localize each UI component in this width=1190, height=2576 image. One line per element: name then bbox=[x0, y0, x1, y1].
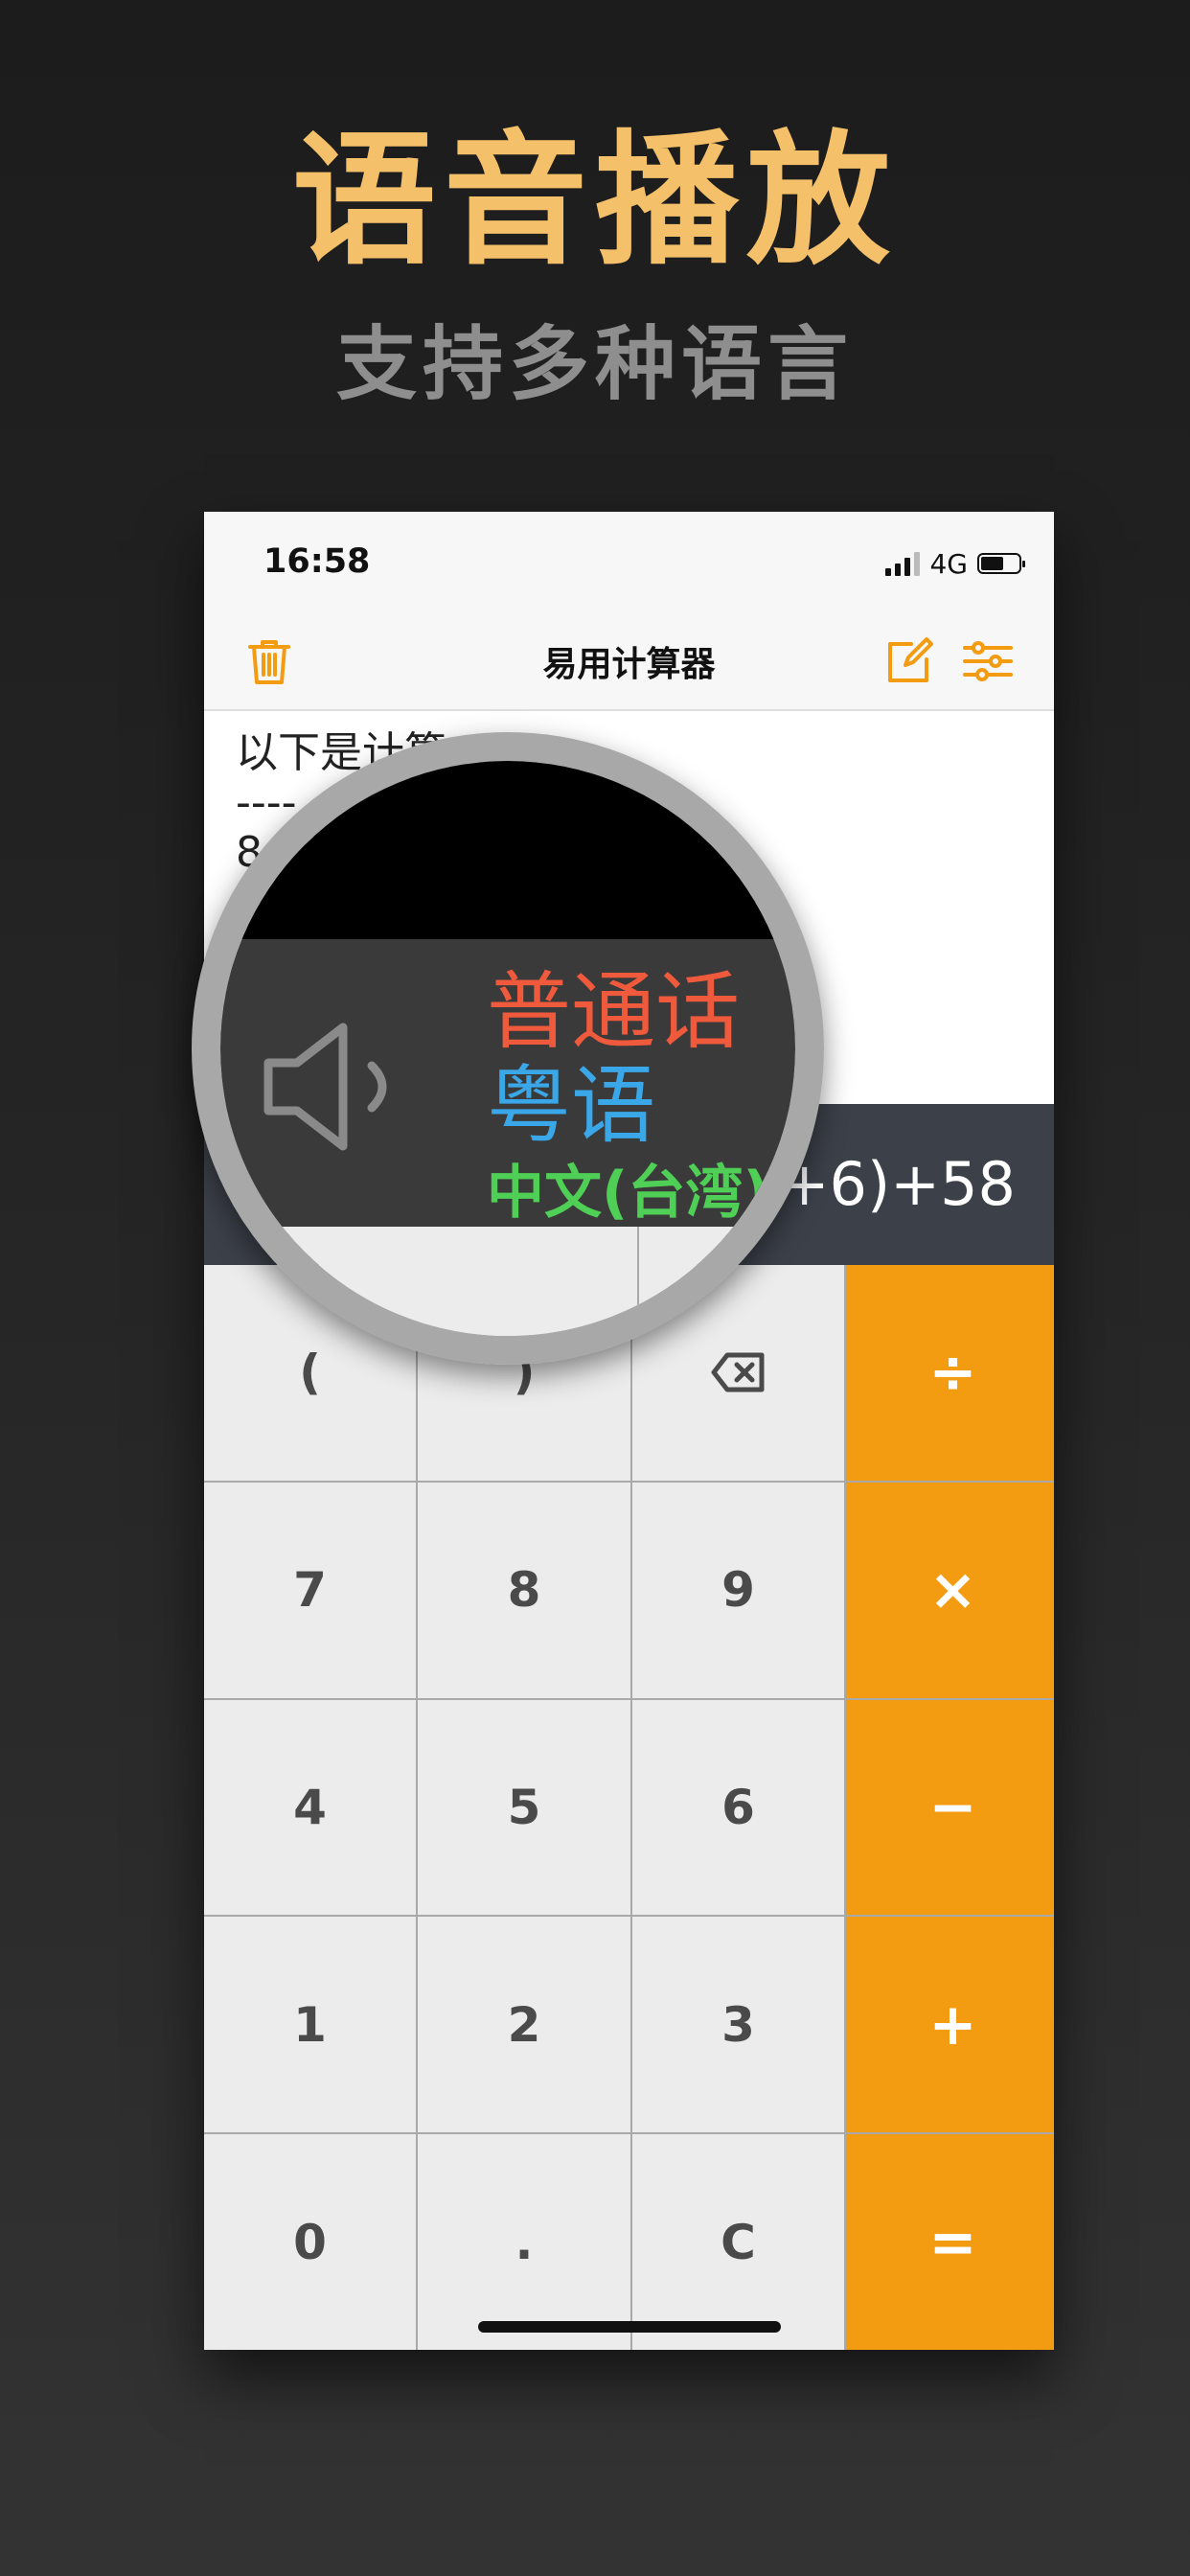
status-bar: 16:58 4G bbox=[204, 512, 1054, 608]
expression-text: +6)+58 bbox=[779, 1149, 1016, 1219]
key-1[interactable]: 1 bbox=[204, 1917, 416, 2133]
edit-button[interactable] bbox=[882, 634, 936, 688]
settings-button[interactable] bbox=[961, 634, 1015, 688]
key-0[interactable]: 0 bbox=[204, 2134, 416, 2350]
key-plus[interactable]: + bbox=[846, 1917, 1054, 2133]
key-decimal[interactable]: . bbox=[418, 2134, 630, 2350]
status-indicators: 4G bbox=[885, 544, 1025, 583]
key-8[interactable]: 8 bbox=[418, 1482, 630, 1698]
key-4[interactable]: 4 bbox=[204, 1699, 416, 1916]
language-option-mandarin[interactable]: 普通话 bbox=[487, 964, 740, 1060]
edit-icon bbox=[888, 637, 933, 682]
magnifier-lens: 普通话 粤语 中文(台湾) bbox=[192, 732, 824, 1365]
battery-icon bbox=[977, 553, 1025, 574]
keypad: ( ) ÷ 7 8 9 × 4 5 6 − 1 2 3 + 0 . C = bbox=[204, 1265, 1054, 2350]
battery-level bbox=[981, 557, 1003, 570]
home-indicator bbox=[478, 2321, 781, 2333]
key-equals[interactable]: = bbox=[846, 2134, 1054, 2350]
key-7[interactable]: 7 bbox=[204, 1482, 416, 1698]
key-6[interactable]: 6 bbox=[632, 1699, 844, 1916]
key-divide[interactable]: ÷ bbox=[846, 1265, 1054, 1481]
key-9[interactable]: 9 bbox=[632, 1482, 844, 1698]
speaker-icon bbox=[263, 1023, 387, 1151]
promo-subline: 支持多种语言 bbox=[335, 317, 854, 411]
language-option-taiwan[interactable]: 中文(台湾) bbox=[487, 1160, 769, 1227]
status-time: 16:58 bbox=[263, 542, 371, 581]
signal-icon bbox=[885, 551, 921, 576]
network-label: 4G bbox=[929, 547, 968, 580]
nav-bar: 易用计算器 bbox=[204, 608, 1054, 711]
key-2[interactable]: 2 bbox=[418, 1917, 630, 2133]
key-clear[interactable]: C bbox=[632, 2134, 844, 2350]
key-3[interactable]: 3 bbox=[632, 1917, 844, 2133]
key-multiply[interactable]: × bbox=[846, 1482, 1054, 1698]
language-option-cantonese[interactable]: 粤语 bbox=[487, 1058, 655, 1154]
backspace-icon bbox=[711, 1352, 764, 1392]
key-minus[interactable]: − bbox=[846, 1699, 1054, 1916]
promo-headline: 语音播放 bbox=[291, 118, 898, 285]
settings-sliders-icon bbox=[963, 641, 1013, 681]
key-5[interactable]: 5 bbox=[418, 1699, 630, 1916]
